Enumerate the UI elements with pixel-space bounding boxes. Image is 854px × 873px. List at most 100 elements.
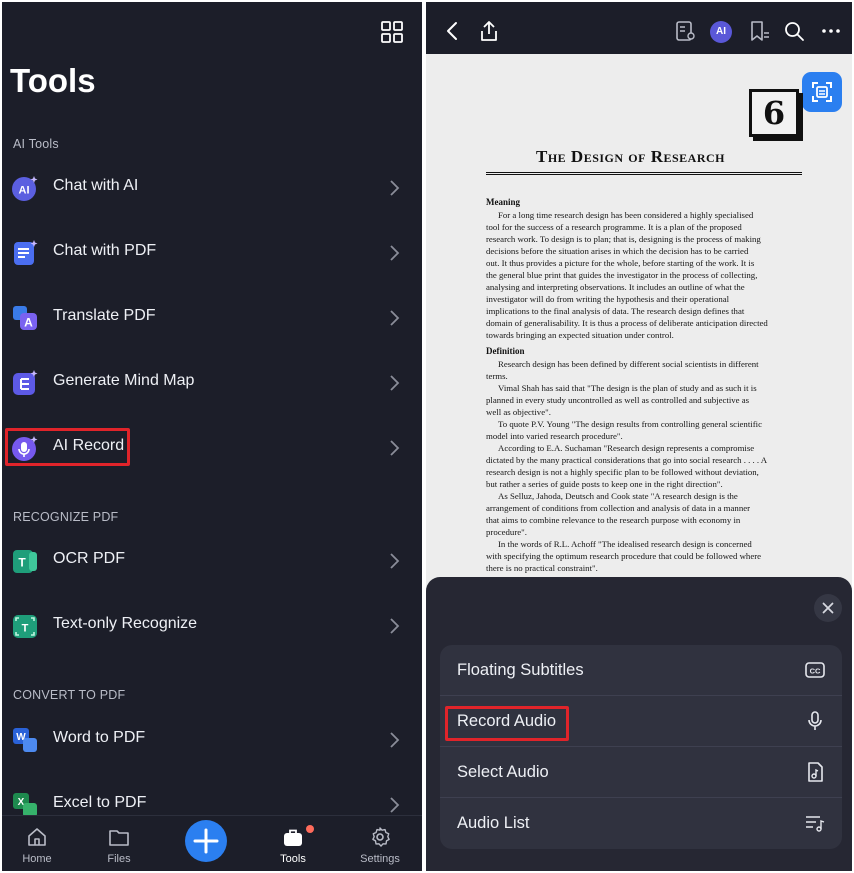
tool-label: OCR PDF bbox=[53, 550, 125, 567]
notification-dot bbox=[306, 825, 314, 833]
option-floating-subtitles[interactable]: Floating Subtitles CC bbox=[440, 645, 842, 696]
doc-line: tool for the success of a research progr… bbox=[486, 222, 742, 232]
doc-line: As Selluz, Jahoda, Deutsch and Cook stat… bbox=[498, 491, 738, 501]
grid-view-icon[interactable] bbox=[380, 20, 404, 44]
search-icon[interactable] bbox=[783, 20, 805, 42]
tools-panel: Tools AI Tools AI Chat with AI Chat with… bbox=[2, 2, 422, 871]
home-icon bbox=[28, 828, 46, 846]
option-record-audio[interactable]: Record Audio bbox=[440, 696, 842, 747]
tool-label: Excel to PDF bbox=[53, 794, 147, 811]
chapter-number: 6 bbox=[749, 89, 799, 137]
heading-meaning: Meaning bbox=[486, 197, 521, 207]
page-title: Tools bbox=[10, 62, 96, 99]
doc-line: dictated by the many practical considera… bbox=[486, 455, 768, 465]
viewer-toolbar: AI bbox=[426, 2, 852, 54]
doc-line: towards bringing an expected situation u… bbox=[486, 330, 674, 340]
option-label: Audio List bbox=[457, 814, 530, 832]
doc-line: For a long time research design has been… bbox=[498, 210, 754, 220]
plus-icon bbox=[193, 828, 219, 854]
folder-icon bbox=[109, 830, 129, 846]
toolbox-icon bbox=[284, 829, 302, 846]
doc-line: model into varied research procedure". bbox=[486, 431, 623, 441]
tool-text-only-recognize[interactable]: T Text-only Recognize bbox=[2, 596, 422, 656]
title-rule bbox=[486, 172, 802, 175]
tab-files[interactable]: Files bbox=[84, 816, 154, 871]
section-recognize-pdf: RECOGNIZE PDF bbox=[13, 510, 119, 524]
audio-file-icon bbox=[808, 762, 823, 782]
svg-text:T: T bbox=[18, 556, 26, 570]
option-label: Select Audio bbox=[457, 763, 549, 781]
svg-text:A: A bbox=[24, 316, 33, 330]
heading-definition: Definition bbox=[486, 346, 525, 356]
more-icon[interactable] bbox=[820, 20, 842, 42]
tool-label: Text-only Recognize bbox=[53, 615, 198, 632]
doc-line: the general blue print that guides the i… bbox=[486, 270, 758, 280]
tab-label: Settings bbox=[360, 853, 400, 865]
tool-ai-record[interactable]: AI Record bbox=[2, 418, 422, 478]
text-recognize-icon: T bbox=[13, 615, 37, 638]
close-button[interactable] bbox=[814, 594, 842, 622]
doc-line: decisions before the situation arises in… bbox=[486, 246, 749, 256]
tool-generate-mind-map[interactable]: Generate Mind Map bbox=[2, 353, 422, 413]
mind-map-icon bbox=[13, 370, 38, 395]
doc-line: implications to the final analysis of da… bbox=[486, 306, 745, 316]
tool-label: Chat with AI bbox=[53, 177, 139, 194]
chevron-right-icon bbox=[390, 375, 400, 391]
doc-line: analysing and interpreting observations.… bbox=[486, 282, 745, 292]
bottom-tab-bar: Home Files Tools Settings bbox=[2, 815, 422, 871]
bookmark-list-icon[interactable] bbox=[748, 20, 770, 42]
document-title: The Design of Research bbox=[536, 147, 726, 166]
scan-button[interactable] bbox=[802, 72, 842, 112]
doc-line: that aims to combine relevance to the re… bbox=[486, 515, 741, 525]
doc-line: research design is not a highly specific… bbox=[486, 467, 759, 477]
svg-text:CC: CC bbox=[810, 667, 821, 676]
doc-line: To quote P.V. Young "The design results … bbox=[498, 419, 762, 429]
scan-icon bbox=[812, 82, 832, 102]
chevron-right-icon bbox=[390, 618, 400, 634]
doc-line: Research design has been defined by diff… bbox=[498, 359, 759, 369]
chevron-right-icon bbox=[390, 553, 400, 569]
doc-line: well as objective". bbox=[486, 407, 551, 417]
option-label: Record Audio bbox=[457, 712, 557, 730]
share-icon[interactable] bbox=[478, 20, 500, 42]
doc-line: investigator will do from writing the hy… bbox=[486, 294, 730, 304]
microphone-icon bbox=[808, 711, 822, 730]
option-audio-list[interactable]: Audio List bbox=[440, 798, 842, 849]
tab-label: Home bbox=[22, 853, 52, 865]
tool-chat-with-pdf[interactable]: Chat with PDF bbox=[2, 223, 422, 283]
pdf-chat-icon bbox=[14, 240, 38, 265]
chevron-right-icon bbox=[390, 732, 400, 748]
doc-line: terms. bbox=[486, 371, 508, 381]
doc-line: domain of generalisability. It is thus a… bbox=[486, 318, 768, 328]
microphone-icon bbox=[12, 436, 38, 461]
doc-line: In the words of R.L. Achoff "The idealis… bbox=[498, 539, 752, 549]
doc-line: research work. To design is to plan; tha… bbox=[486, 234, 761, 244]
tool-ocr-pdf[interactable]: T OCR PDF bbox=[2, 531, 422, 591]
section-ai-tools: AI Tools bbox=[13, 137, 59, 151]
playlist-icon bbox=[806, 816, 825, 832]
tool-label: Translate PDF bbox=[53, 307, 156, 324]
tab-settings[interactable]: Settings bbox=[345, 816, 415, 871]
option-select-audio[interactable]: Select Audio bbox=[440, 747, 842, 798]
tab-home[interactable]: Home bbox=[2, 816, 72, 871]
back-arrow-icon[interactable] bbox=[442, 20, 464, 42]
word-icon: W bbox=[13, 728, 37, 752]
svg-text:AI: AI bbox=[19, 185, 30, 197]
chevron-right-icon bbox=[390, 245, 400, 261]
chevron-right-icon bbox=[390, 180, 400, 196]
tool-translate-pdf[interactable]: A Translate PDF bbox=[2, 288, 422, 348]
tool-chat-with-ai[interactable]: AI Chat with AI bbox=[2, 158, 422, 218]
option-label: Floating Subtitles bbox=[457, 661, 584, 679]
close-icon bbox=[822, 602, 834, 614]
tool-label: Word to PDF bbox=[53, 729, 146, 746]
tool-word-to-pdf[interactable]: W Word to PDF bbox=[2, 710, 422, 770]
reader-mode-icon[interactable] bbox=[674, 20, 696, 42]
ai-assistant-button[interactable]: AI bbox=[710, 21, 732, 43]
cc-icon: CC bbox=[805, 662, 825, 678]
translate-icon: A bbox=[13, 306, 37, 330]
tool-label: AI Record bbox=[53, 437, 125, 454]
add-button[interactable] bbox=[185, 820, 227, 862]
tab-tools[interactable]: Tools bbox=[258, 816, 328, 871]
record-options-list: Floating Subtitles CC Record Audio Selec… bbox=[440, 645, 842, 849]
doc-line: planned in every study uncontrolled as w… bbox=[486, 395, 750, 405]
